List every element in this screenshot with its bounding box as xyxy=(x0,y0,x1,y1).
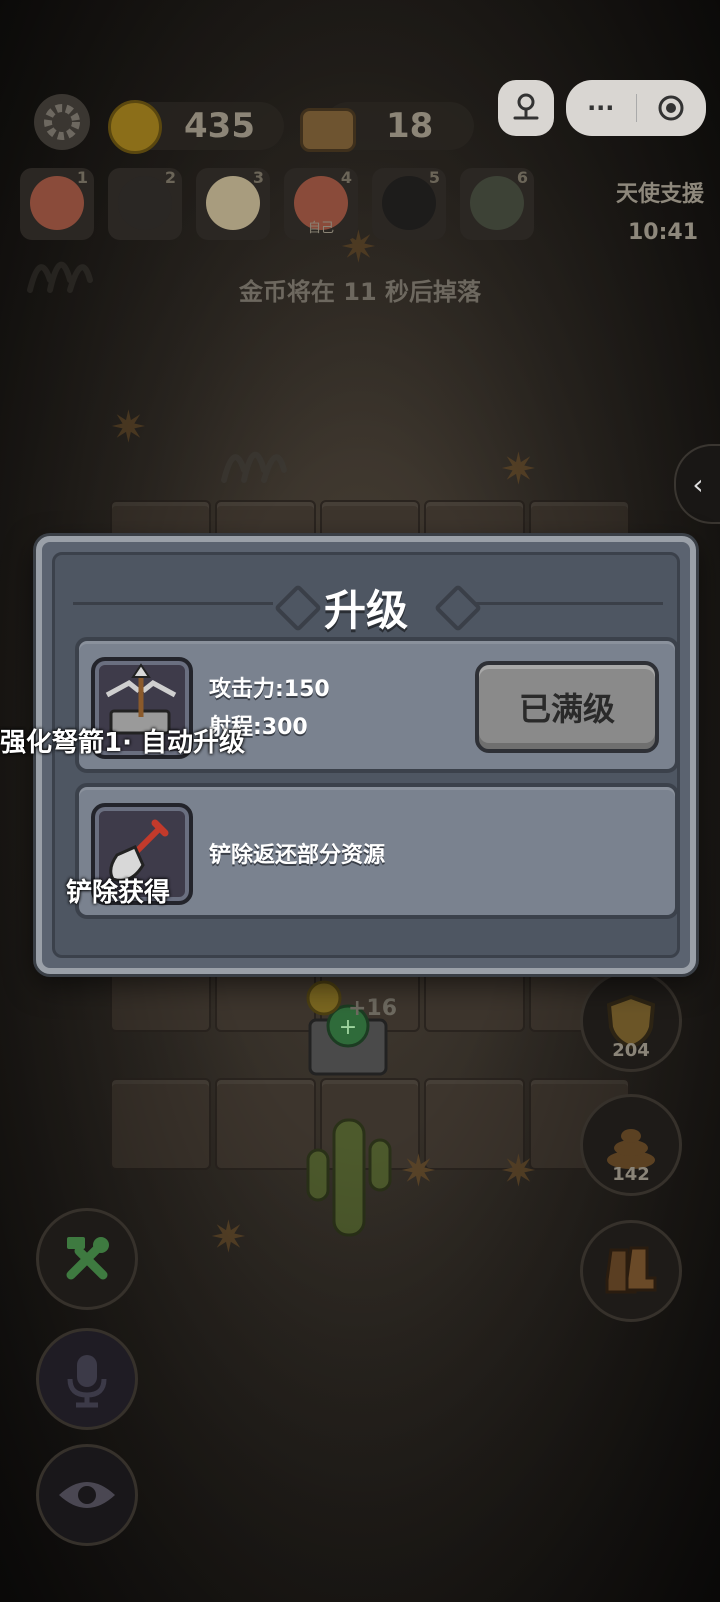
dry-leaf-icon: ✷ xyxy=(400,1146,437,1197)
dry-leaf-icon: ✷ xyxy=(500,444,537,495)
player-rank: 6 xyxy=(516,168,528,187)
angel-support[interactable]: 天使支援 10:41 xyxy=(616,176,704,252)
build-tools-button[interactable] xyxy=(36,1208,138,1310)
eye-icon xyxy=(59,1482,115,1508)
player-list: 1 2 3 4 自己 5 6 xyxy=(20,168,534,240)
tower-icon: + xyxy=(306,980,388,1076)
player-avatar-5[interactable]: 5 xyxy=(372,168,446,240)
poop-count: 142 xyxy=(612,1164,650,1185)
voice-button[interactable] xyxy=(36,1328,138,1430)
chevron-left-icon: ‹ xyxy=(692,467,704,501)
shovel-overlay-label: 铲除获得 xyxy=(66,878,171,908)
target-icon xyxy=(658,95,684,121)
angel-support-label: 天使支援 xyxy=(615,182,704,207)
self-label: 自己 xyxy=(307,221,334,236)
wood-count: 18 xyxy=(386,106,434,146)
poop-icon xyxy=(607,1129,655,1169)
dialog-title: 升级 xyxy=(323,586,408,635)
wood-icon xyxy=(300,108,356,152)
boots-button[interactable] xyxy=(580,1220,682,1322)
microphone-icon xyxy=(67,1355,107,1408)
shield-count: 204 xyxy=(612,1040,650,1061)
view-button[interactable] xyxy=(36,1444,138,1546)
player-rank: 1 xyxy=(76,168,88,187)
tower-gain-text: +16 xyxy=(348,996,398,1021)
max-level-button[interactable]: 已满级 xyxy=(475,661,659,753)
player-rank: 5 xyxy=(428,168,440,187)
gamepad-button[interactable] xyxy=(498,80,554,136)
shield-button[interactable]: 204 xyxy=(580,970,682,1072)
angel-support-timer: 10:41 xyxy=(627,220,698,245)
player-rank: 2 xyxy=(164,168,176,187)
poop-button[interactable]: 142 xyxy=(580,1094,682,1196)
joystick-icon xyxy=(513,93,539,120)
attack-stat: 攻击力:150 xyxy=(209,677,330,702)
close-capsule-button[interactable] xyxy=(637,94,707,122)
player-avatar-4[interactable]: 4 自己 xyxy=(284,168,358,240)
player-rank: 3 xyxy=(252,168,264,187)
hammer-wrench-icon xyxy=(66,1237,109,1280)
coin-count: 435 xyxy=(184,106,255,146)
shovel-description: 铲除返还部分资源 xyxy=(209,843,386,868)
dry-leaf-icon: ✷ xyxy=(210,1212,247,1263)
settings-button[interactable] xyxy=(34,94,90,150)
player-rank: 4 xyxy=(340,168,352,187)
coin-icon xyxy=(108,100,162,154)
more-button[interactable]: ··· xyxy=(566,94,636,122)
player-avatar-1[interactable]: 1 xyxy=(20,168,94,240)
mini-program-capsule: ··· xyxy=(566,80,706,136)
dry-leaf-icon: ✷ xyxy=(500,1146,537,1197)
cactus-icon xyxy=(306,1118,392,1237)
dry-leaf-icon: ✷ xyxy=(110,402,147,453)
coin-drop-message: 金币将在 11 秒后掉落 xyxy=(238,278,482,306)
player-avatar-2[interactable]: 2 xyxy=(108,168,182,240)
title-divider xyxy=(475,602,663,605)
upgrade-overlay-label: 强化弩箭1· 自动升级 xyxy=(0,728,246,758)
boots-icon xyxy=(605,1246,657,1294)
player-avatar-3[interactable]: 3 xyxy=(196,168,270,240)
gear-icon xyxy=(44,104,80,140)
player-avatar-6[interactable]: 6 xyxy=(460,168,534,240)
bones-icon xyxy=(221,452,287,483)
